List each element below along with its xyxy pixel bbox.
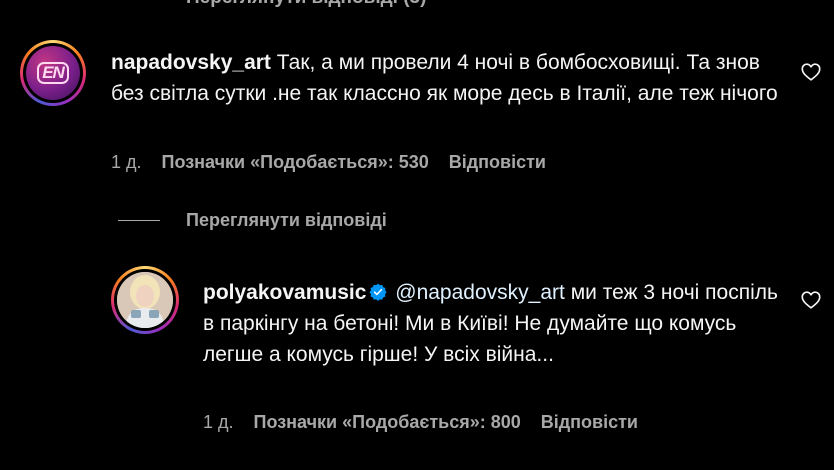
reply-meta: 1 д. Позначки «Подобається»: 800 Відпові… [203, 412, 638, 433]
heart-icon[interactable] [800, 289, 822, 311]
comment-meta: 1 д. Позначки «Подобається»: 530 Відпові… [111, 152, 546, 173]
avatar-napadovsky-art[interactable]: EN [20, 40, 86, 106]
reply-button[interactable]: Відповісти [449, 152, 546, 173]
reply-button[interactable]: Відповісти [541, 412, 638, 433]
divider-line [118, 220, 160, 221]
comment-likes[interactable]: Позначки «Подобається»: 530 [162, 152, 429, 173]
avatar-polyakovamusic[interactable] [111, 266, 179, 334]
en-logo-image: EN [26, 46, 80, 100]
view-replies-link-partial[interactable]: Переглянути відповіді (3) [186, 0, 426, 9]
photo-illustration [117, 272, 173, 328]
reply-body: polyakovamusic @napadovsky_art ми теж 3 … [203, 277, 778, 370]
reply-mention-link[interactable]: @napadovsky_art [395, 281, 565, 304]
verified-badge-icon [369, 283, 388, 301]
reply-time[interactable]: 1 д. [203, 412, 234, 433]
view-replies-toggle[interactable]: Переглянути відповіді [118, 210, 387, 231]
heart-icon[interactable] [800, 61, 822, 83]
view-replies-label: Переглянути відповіді [186, 210, 387, 230]
reply-likes[interactable]: Позначки «Подобається»: 800 [254, 412, 521, 433]
comment-time[interactable]: 1 д. [111, 152, 142, 173]
avatar-logo-text: EN [37, 62, 69, 84]
comment-username[interactable]: napadovsky_art [111, 51, 271, 74]
reply-username[interactable]: polyakovamusic [203, 281, 366, 304]
profile-photo-image [117, 272, 173, 328]
comment-body: napadovsky_art Так, а ми провели 4 ночі … [111, 47, 791, 109]
